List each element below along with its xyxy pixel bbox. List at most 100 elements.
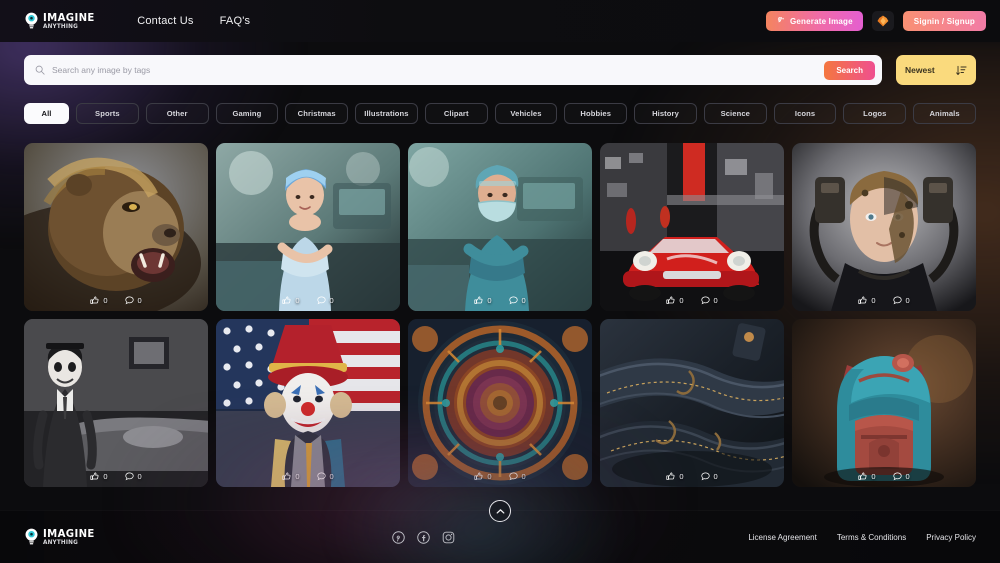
sort-select[interactable]: Newest	[896, 55, 976, 85]
scroll-to-top-button[interactable]	[489, 500, 511, 522]
footer-logo[interactable]: IMAGINE ANYTHING	[24, 528, 99, 546]
gem-icon	[877, 15, 889, 27]
like-count: 0	[103, 472, 108, 481]
gallery-card[interactable]: 0 0	[600, 143, 784, 311]
comment-stat[interactable]: 0	[124, 472, 142, 481]
gallery-card[interactable]: 0 0	[216, 143, 400, 311]
gallery-image-clown-bedroom	[24, 319, 208, 487]
comment-icon	[892, 472, 902, 481]
gallery-card[interactable]: 0 0	[216, 319, 400, 487]
gallery-image-denim-jeans	[600, 319, 784, 487]
footer-link-terms-conditions[interactable]: Terms & Conditions	[837, 533, 906, 542]
search-box[interactable]: Search	[24, 55, 882, 85]
gallery-card[interactable]: 0 0	[408, 143, 592, 311]
category-chip-all[interactable]: All	[24, 103, 69, 124]
search-input[interactable]	[52, 65, 818, 75]
like-stat[interactable]: 0	[282, 472, 300, 481]
like-stat[interactable]: 0	[90, 472, 108, 481]
category-chip-other[interactable]: Other	[145, 103, 209, 124]
gem-button[interactable]	[871, 11, 894, 31]
search-row: Search Newest	[24, 55, 976, 85]
like-stat[interactable]: 0	[474, 472, 492, 481]
like-stat[interactable]: 0	[666, 472, 684, 481]
like-stat[interactable]: 0	[858, 472, 876, 481]
gallery-card[interactable]: 0 0	[792, 143, 976, 311]
comment-stat[interactable]: 0	[124, 296, 142, 305]
thumbs-up-icon	[474, 472, 483, 481]
like-count: 0	[679, 472, 684, 481]
sort-descending-icon	[956, 65, 967, 76]
gallery-card[interactable]: 0 0	[792, 319, 976, 487]
like-stat[interactable]: 0	[858, 296, 876, 305]
like-stat[interactable]: 0	[474, 296, 492, 305]
footer-logo-text-secondary: ANYTHING	[43, 538, 78, 546]
category-chip-hobbies[interactable]: Hobbies	[564, 103, 628, 124]
category-chip-icons[interactable]: Icons	[773, 103, 837, 124]
gallery-card[interactable]: 0 0	[24, 319, 208, 487]
footer-link-license-agreement[interactable]: License Agreement	[748, 533, 817, 542]
like-count: 0	[871, 296, 876, 305]
comment-icon	[124, 472, 134, 481]
footer-link-privacy-policy[interactable]: Privacy Policy	[926, 533, 976, 542]
instagram-icon[interactable]	[442, 531, 455, 544]
comment-stat[interactable]: 0	[508, 472, 526, 481]
category-chip-gaming[interactable]: Gaming	[215, 103, 279, 124]
gallery-card-stats: 0 0	[408, 472, 592, 481]
gallery-card-stats: 0 0	[216, 296, 400, 305]
comment-stat[interactable]: 0	[316, 296, 334, 305]
thumbs-up-icon	[282, 296, 291, 305]
gallery-card[interactable]: 0 0	[24, 143, 208, 311]
comment-stat[interactable]: 0	[892, 296, 910, 305]
comment-stat[interactable]: 0	[700, 296, 718, 305]
comment-count: 0	[137, 472, 142, 481]
gallery-card[interactable]: 0 0	[600, 319, 784, 487]
like-stat[interactable]: 0	[90, 296, 108, 305]
category-chip-vehicles[interactable]: Vehicles	[494, 103, 558, 124]
category-chip-logos[interactable]: Logos	[843, 103, 907, 124]
comment-stat[interactable]: 0	[316, 472, 334, 481]
thumbs-up-icon	[858, 296, 867, 305]
comment-count: 0	[329, 296, 334, 305]
footer-legal-links: License Agreement Terms & Conditions Pri…	[748, 533, 976, 542]
gallery-card-stats: 0 0	[24, 472, 208, 481]
header-actions: Generate Image Signin / Signup	[765, 11, 986, 31]
category-chip-science[interactable]: Science	[703, 103, 767, 124]
category-chip-history[interactable]: History	[634, 103, 697, 124]
image-gallery-grid: 0 0 0 0 0 0 0 0 0 0 0 0 0 0 0 0 0 0 0 0	[24, 143, 976, 487]
category-chip-clipart[interactable]: Clipart	[424, 103, 488, 124]
footer-logo-text-primary: IMAGINE	[43, 526, 95, 540]
gallery-card-stats: 0 0	[600, 472, 784, 481]
gallery-card[interactable]: 0 0	[408, 319, 592, 487]
nav-link-contact-us[interactable]: Contact Us	[137, 15, 193, 27]
like-count: 0	[487, 296, 492, 305]
nav-link-faqs[interactable]: FAQ's	[220, 15, 251, 27]
thumbs-up-icon	[666, 472, 675, 481]
facebook-icon[interactable]	[417, 530, 430, 544]
gallery-card-stats: 0 0	[216, 472, 400, 481]
pinterest-icon[interactable]	[392, 530, 405, 544]
comment-count: 0	[329, 472, 334, 481]
top-navigation-bar: IMAGINE ANYTHING Contact Us FAQ's Genera…	[0, 0, 1000, 42]
comment-count: 0	[905, 296, 910, 305]
category-filter-bar: All Sports Other Gaming Christmas Illust…	[24, 103, 976, 124]
sort-select-value: Newest	[905, 65, 935, 75]
like-count: 0	[487, 472, 492, 481]
like-stat[interactable]: 0	[666, 296, 684, 305]
category-chip-animals[interactable]: Animals	[913, 103, 976, 124]
gallery-card-stats: 0 0	[24, 296, 208, 305]
generate-image-button[interactable]: Generate Image	[765, 11, 863, 31]
category-chip-christmas[interactable]: Christmas	[285, 103, 349, 124]
thumbs-up-icon	[90, 472, 99, 481]
comment-icon	[124, 296, 134, 305]
signin-signup-button[interactable]: Signin / Signup	[902, 11, 986, 31]
comment-icon	[508, 296, 518, 305]
comment-stat[interactable]: 0	[700, 472, 718, 481]
search-button[interactable]: Search	[824, 60, 875, 80]
like-stat[interactable]: 0	[282, 296, 300, 305]
category-chip-illustrations[interactable]: Illustrations	[355, 103, 418, 124]
category-chip-sports[interactable]: Sports	[76, 103, 139, 124]
logo-text-primary: IMAGINE	[43, 10, 95, 24]
comment-stat[interactable]: 0	[508, 296, 526, 305]
site-logo[interactable]: IMAGINE ANYTHING	[24, 12, 99, 30]
comment-stat[interactable]: 0	[892, 472, 910, 481]
